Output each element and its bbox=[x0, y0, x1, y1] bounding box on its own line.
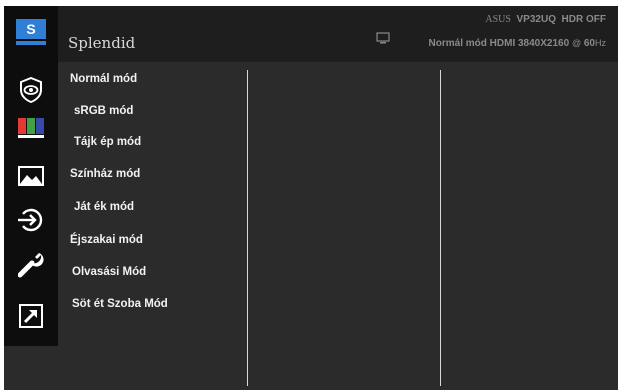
sidebar-item-image[interactable] bbox=[4, 156, 58, 196]
status-rate: 60 bbox=[583, 38, 595, 49]
menu-item-normal[interactable]: Normál mód bbox=[70, 73, 137, 85]
column-divider-2 bbox=[440, 70, 441, 386]
status-unit: Hz bbox=[595, 38, 606, 48]
image-icon bbox=[18, 166, 44, 186]
sidebar-item-eye-care[interactable] bbox=[4, 70, 58, 110]
input-select-icon bbox=[18, 208, 43, 232]
splendid-menu: Normál mód sRGB mód Tájk ép mód Színház … bbox=[58, 62, 248, 390]
sidebar-item-shortcut[interactable] bbox=[4, 296, 58, 336]
brand-label: ASUS bbox=[485, 14, 511, 25]
menu-item-darkroom[interactable]: Söt ét Szoba Mód bbox=[72, 298, 168, 310]
status-at: @ bbox=[571, 38, 582, 48]
splendid-s-label: S bbox=[26, 21, 35, 37]
sidebar-item-color[interactable] bbox=[4, 108, 58, 148]
page-title: Splendid bbox=[68, 34, 136, 52]
sidebar-item-splendid[interactable]: S bbox=[4, 12, 58, 52]
model-name: VP32UQ bbox=[516, 14, 556, 25]
model-info: ASUS VP32UQ HDR OFF bbox=[485, 14, 606, 25]
header-bar: Splendid ASUS VP32UQ HDR OFF Normál mód … bbox=[58, 6, 618, 62]
monitor-icon bbox=[376, 32, 390, 44]
osd-window: S Splendid ASUS VP32UQ HDR OFF Normál mó… bbox=[4, 6, 618, 390]
color-bars-icon bbox=[18, 118, 44, 138]
eye-care-icon bbox=[20, 77, 42, 103]
sidebar: S bbox=[4, 6, 58, 346]
menu-item-game[interactable]: Ját ék mód bbox=[74, 201, 134, 213]
shortcut-arrow-icon bbox=[19, 304, 43, 328]
menu-item-night[interactable]: Éjszakai mód bbox=[70, 234, 143, 246]
hdr-status: HDR OFF bbox=[561, 14, 606, 25]
menu-item-theater[interactable]: Színház mód bbox=[70, 168, 140, 180]
column-divider-1 bbox=[247, 70, 248, 386]
wrench-icon bbox=[18, 253, 44, 278]
sidebar-item-system[interactable] bbox=[4, 244, 58, 284]
menu-item-srgb[interactable]: sRGB mód bbox=[74, 105, 133, 117]
status-mode: Normál mód HDMI 3840X2160 bbox=[428, 38, 570, 49]
menu-item-reading[interactable]: Olvasási Mód bbox=[72, 266, 146, 278]
signal-status: Normál mód HDMI 3840X2160 @ 60Hz bbox=[429, 38, 606, 49]
menu-item-landscape[interactable]: Tájk ép mód bbox=[74, 136, 141, 148]
splendid-s-icon: S bbox=[16, 19, 46, 45]
sidebar-item-input[interactable] bbox=[4, 200, 58, 240]
